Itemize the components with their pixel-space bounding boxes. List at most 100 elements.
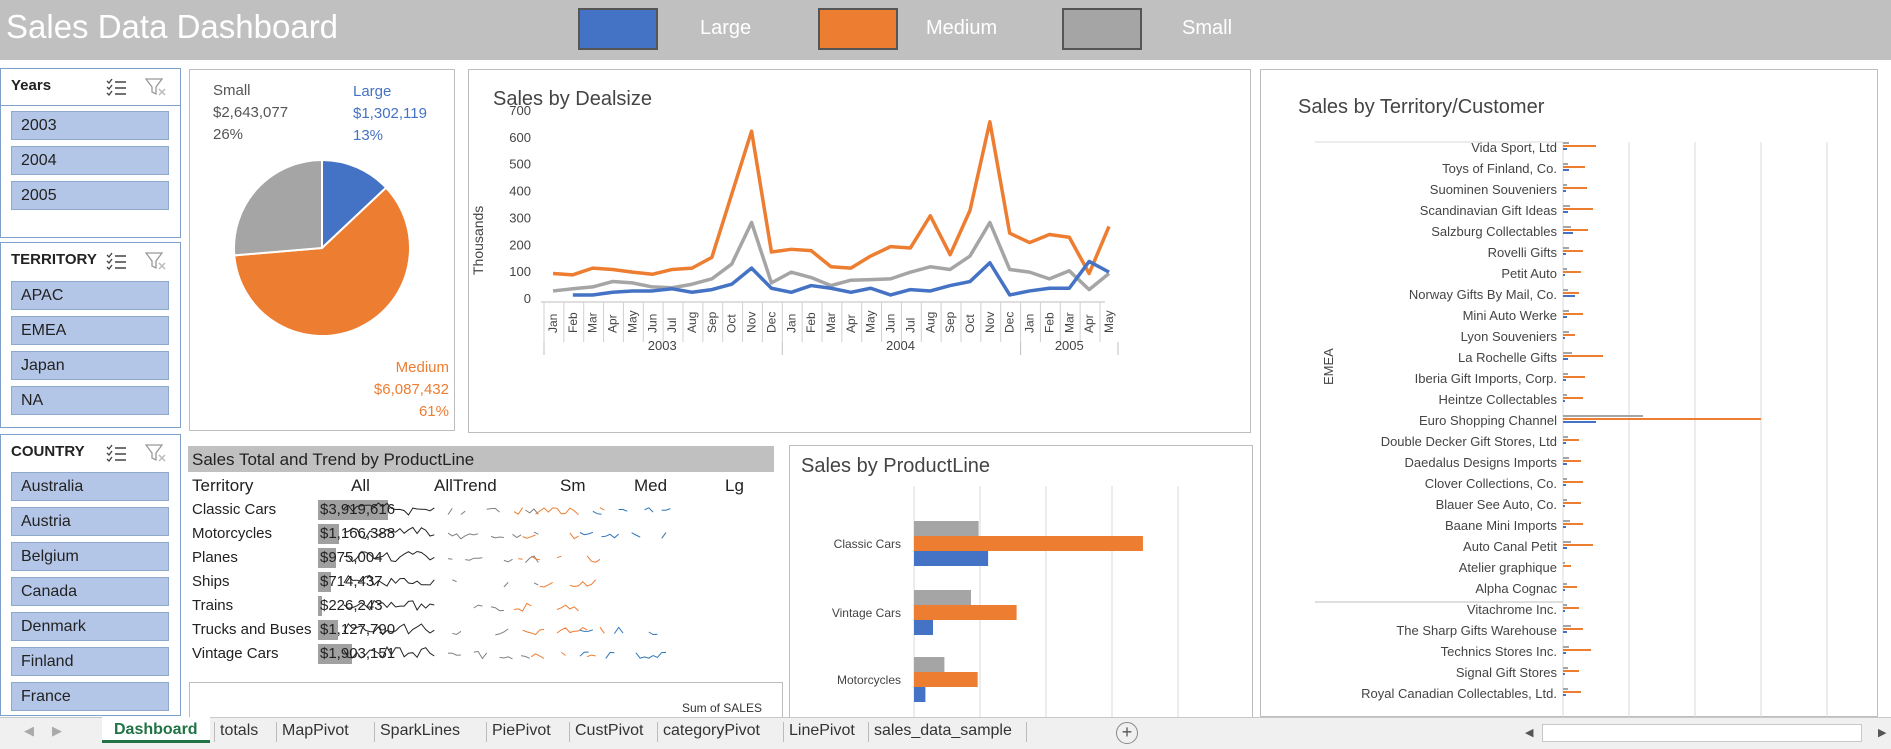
slicer-item-na[interactable]: NA xyxy=(11,386,169,415)
bar-small xyxy=(1563,583,1567,585)
bar-large xyxy=(914,687,926,702)
bar-medium xyxy=(1563,187,1587,189)
sparkline-table-header: Sales Total and Trend by ProductLine xyxy=(188,446,774,472)
bar-medium xyxy=(1563,145,1596,147)
sheet-tab-custpivot[interactable]: CustPivot xyxy=(575,722,643,740)
pie-chart-panel: Small $2,643,077 26% Large $1,302,119 13… xyxy=(189,69,455,431)
bar-large xyxy=(1563,316,1567,318)
table-row: Trucks and Buses $1,127,790 xyxy=(188,618,778,642)
scroll-left-icon[interactable]: ◀ xyxy=(24,723,34,739)
row-territory: Ships xyxy=(192,573,230,590)
slicer-item-2004[interactable]: 2004 xyxy=(11,146,169,175)
slicer-item-australia[interactable]: Australia xyxy=(11,472,169,501)
bar-large xyxy=(1563,190,1566,192)
country-slicer-title: COUNTRY xyxy=(11,443,85,460)
slicer-item-france[interactable]: France xyxy=(11,682,169,711)
horizontal-scrollbar[interactable] xyxy=(1542,724,1862,742)
table-row: Trains $226,243 xyxy=(188,594,778,618)
year-group-label: 2003 xyxy=(648,338,677,353)
sheet-tab-mappivot[interactable]: MapPivot xyxy=(282,722,349,740)
sheet-tab-linepivot[interactable]: LinePivot xyxy=(789,722,855,740)
sheet-tab-sparklines[interactable]: SparkLines xyxy=(380,722,460,740)
row-territory: Planes xyxy=(192,549,238,566)
slicer-item-japan[interactable]: Japan xyxy=(11,351,169,380)
series-line-medium xyxy=(552,119,1111,277)
sparkline-path xyxy=(343,599,435,611)
x-tick-label: Jan xyxy=(784,314,798,333)
sheet-tab-sales-data-sample[interactable]: sales_data_sample xyxy=(874,722,1012,740)
clear-filter-icon[interactable] xyxy=(145,443,167,463)
bar-medium xyxy=(1563,271,1581,273)
pie-chart xyxy=(233,158,411,337)
row-territory: Motorcycles xyxy=(192,525,273,542)
clear-filter-icon[interactable] xyxy=(145,251,167,271)
sheet-tab-categorypivot[interactable]: categoryPivot xyxy=(663,722,760,740)
customer-label: Salzburg Collectables xyxy=(1431,224,1557,239)
sheet-tab-totals[interactable]: totals xyxy=(220,722,258,740)
multi-select-icon[interactable] xyxy=(105,443,127,463)
multi-select-icon[interactable] xyxy=(105,77,127,97)
bar-small xyxy=(1563,394,1567,396)
territory-customer-panel: Sales by Territory/Customer EMEA Vida Sp… xyxy=(1260,69,1878,718)
customer-label: Mini Auto Werke xyxy=(1463,308,1557,323)
x-tick-label: Mar xyxy=(586,312,600,333)
country-slicer: COUNTRY Australia Austria Belgium Canada… xyxy=(0,434,181,716)
slicer-item-finland[interactable]: Finland xyxy=(11,647,169,676)
bar-small xyxy=(1563,562,1565,564)
years-slicer-title: Years xyxy=(11,77,52,94)
customer-label: Suominen Souveniers xyxy=(1430,182,1558,197)
slicer-item-2003[interactable]: 2003 xyxy=(11,111,169,140)
tab-separator xyxy=(569,722,570,742)
bar-large xyxy=(914,551,989,566)
x-tick-label: Dec xyxy=(764,312,778,333)
customer-label: Auto Canal Petit xyxy=(1463,539,1557,554)
customer-label: Daedalus Designs Imports xyxy=(1405,455,1558,470)
hscroll-left-icon[interactable]: ◀ xyxy=(1525,726,1533,739)
bar-medium xyxy=(1563,292,1579,294)
slicer-item-emea[interactable]: EMEA xyxy=(11,316,169,345)
bar-medium xyxy=(1563,166,1585,168)
bar-small xyxy=(1563,163,1568,165)
x-tick-label: Nov xyxy=(745,312,759,333)
bar-small xyxy=(1563,352,1572,354)
bar-medium xyxy=(1563,565,1571,567)
bar-small xyxy=(1563,436,1568,438)
x-tick-label: May xyxy=(625,310,639,333)
sheet-tab-piepivot[interactable]: PiePivot xyxy=(492,722,551,740)
bar-large xyxy=(1563,694,1566,696)
slicer-item-2005[interactable]: 2005 xyxy=(11,181,169,210)
sparkline-path xyxy=(592,507,671,515)
sheet-tab-dashboard[interactable]: Dashboard xyxy=(102,717,210,743)
customer-label: Royal Canadian Collectables, Ltd. xyxy=(1361,686,1557,701)
bar-small xyxy=(1563,331,1569,333)
scroll-right-icon[interactable]: ▶ xyxy=(52,723,62,739)
add-sheet-icon[interactable]: + xyxy=(1116,722,1138,744)
hscroll-right-icon[interactable]: ▶ xyxy=(1878,726,1886,739)
tab-separator xyxy=(214,722,215,742)
sparkline-lg xyxy=(579,651,667,659)
customer-label: Signal Gift Stores xyxy=(1456,665,1558,680)
customer-label: Rovelli Gifts xyxy=(1488,245,1558,260)
bar-small xyxy=(1563,646,1569,648)
productline-bar-chart: Classic Cars Vintage Cars Motorcycles xyxy=(832,486,1179,723)
row-territory: Vintage Cars xyxy=(192,645,279,662)
slicer-item-austria[interactable]: Austria xyxy=(11,507,169,536)
bar-medium xyxy=(1563,397,1583,399)
y-tick-label: 300 xyxy=(509,210,531,225)
bar-medium xyxy=(1563,334,1575,336)
slicer-item-belgium[interactable]: Belgium xyxy=(11,542,169,571)
multi-select-icon[interactable] xyxy=(105,251,127,271)
bar-small xyxy=(1563,457,1569,459)
y-tick-label: 200 xyxy=(509,237,531,252)
slicer-item-canada[interactable]: Canada xyxy=(11,577,169,606)
territory-bar-chart: Vida Sport, Ltd Toys of Finland, Co. Suomi… xyxy=(1315,140,1828,718)
bar-large xyxy=(1563,232,1573,234)
x-tick-label: Feb xyxy=(566,312,580,333)
bar-small xyxy=(914,657,945,672)
bar-small xyxy=(914,521,979,536)
slicer-item-denmark[interactable]: Denmark xyxy=(11,612,169,641)
sparkline-path xyxy=(343,622,435,636)
customer-label: Vida Sport, Ltd xyxy=(1471,140,1557,155)
clear-filter-icon[interactable] xyxy=(145,77,167,97)
slicer-item-apac[interactable]: APAC xyxy=(11,281,169,310)
